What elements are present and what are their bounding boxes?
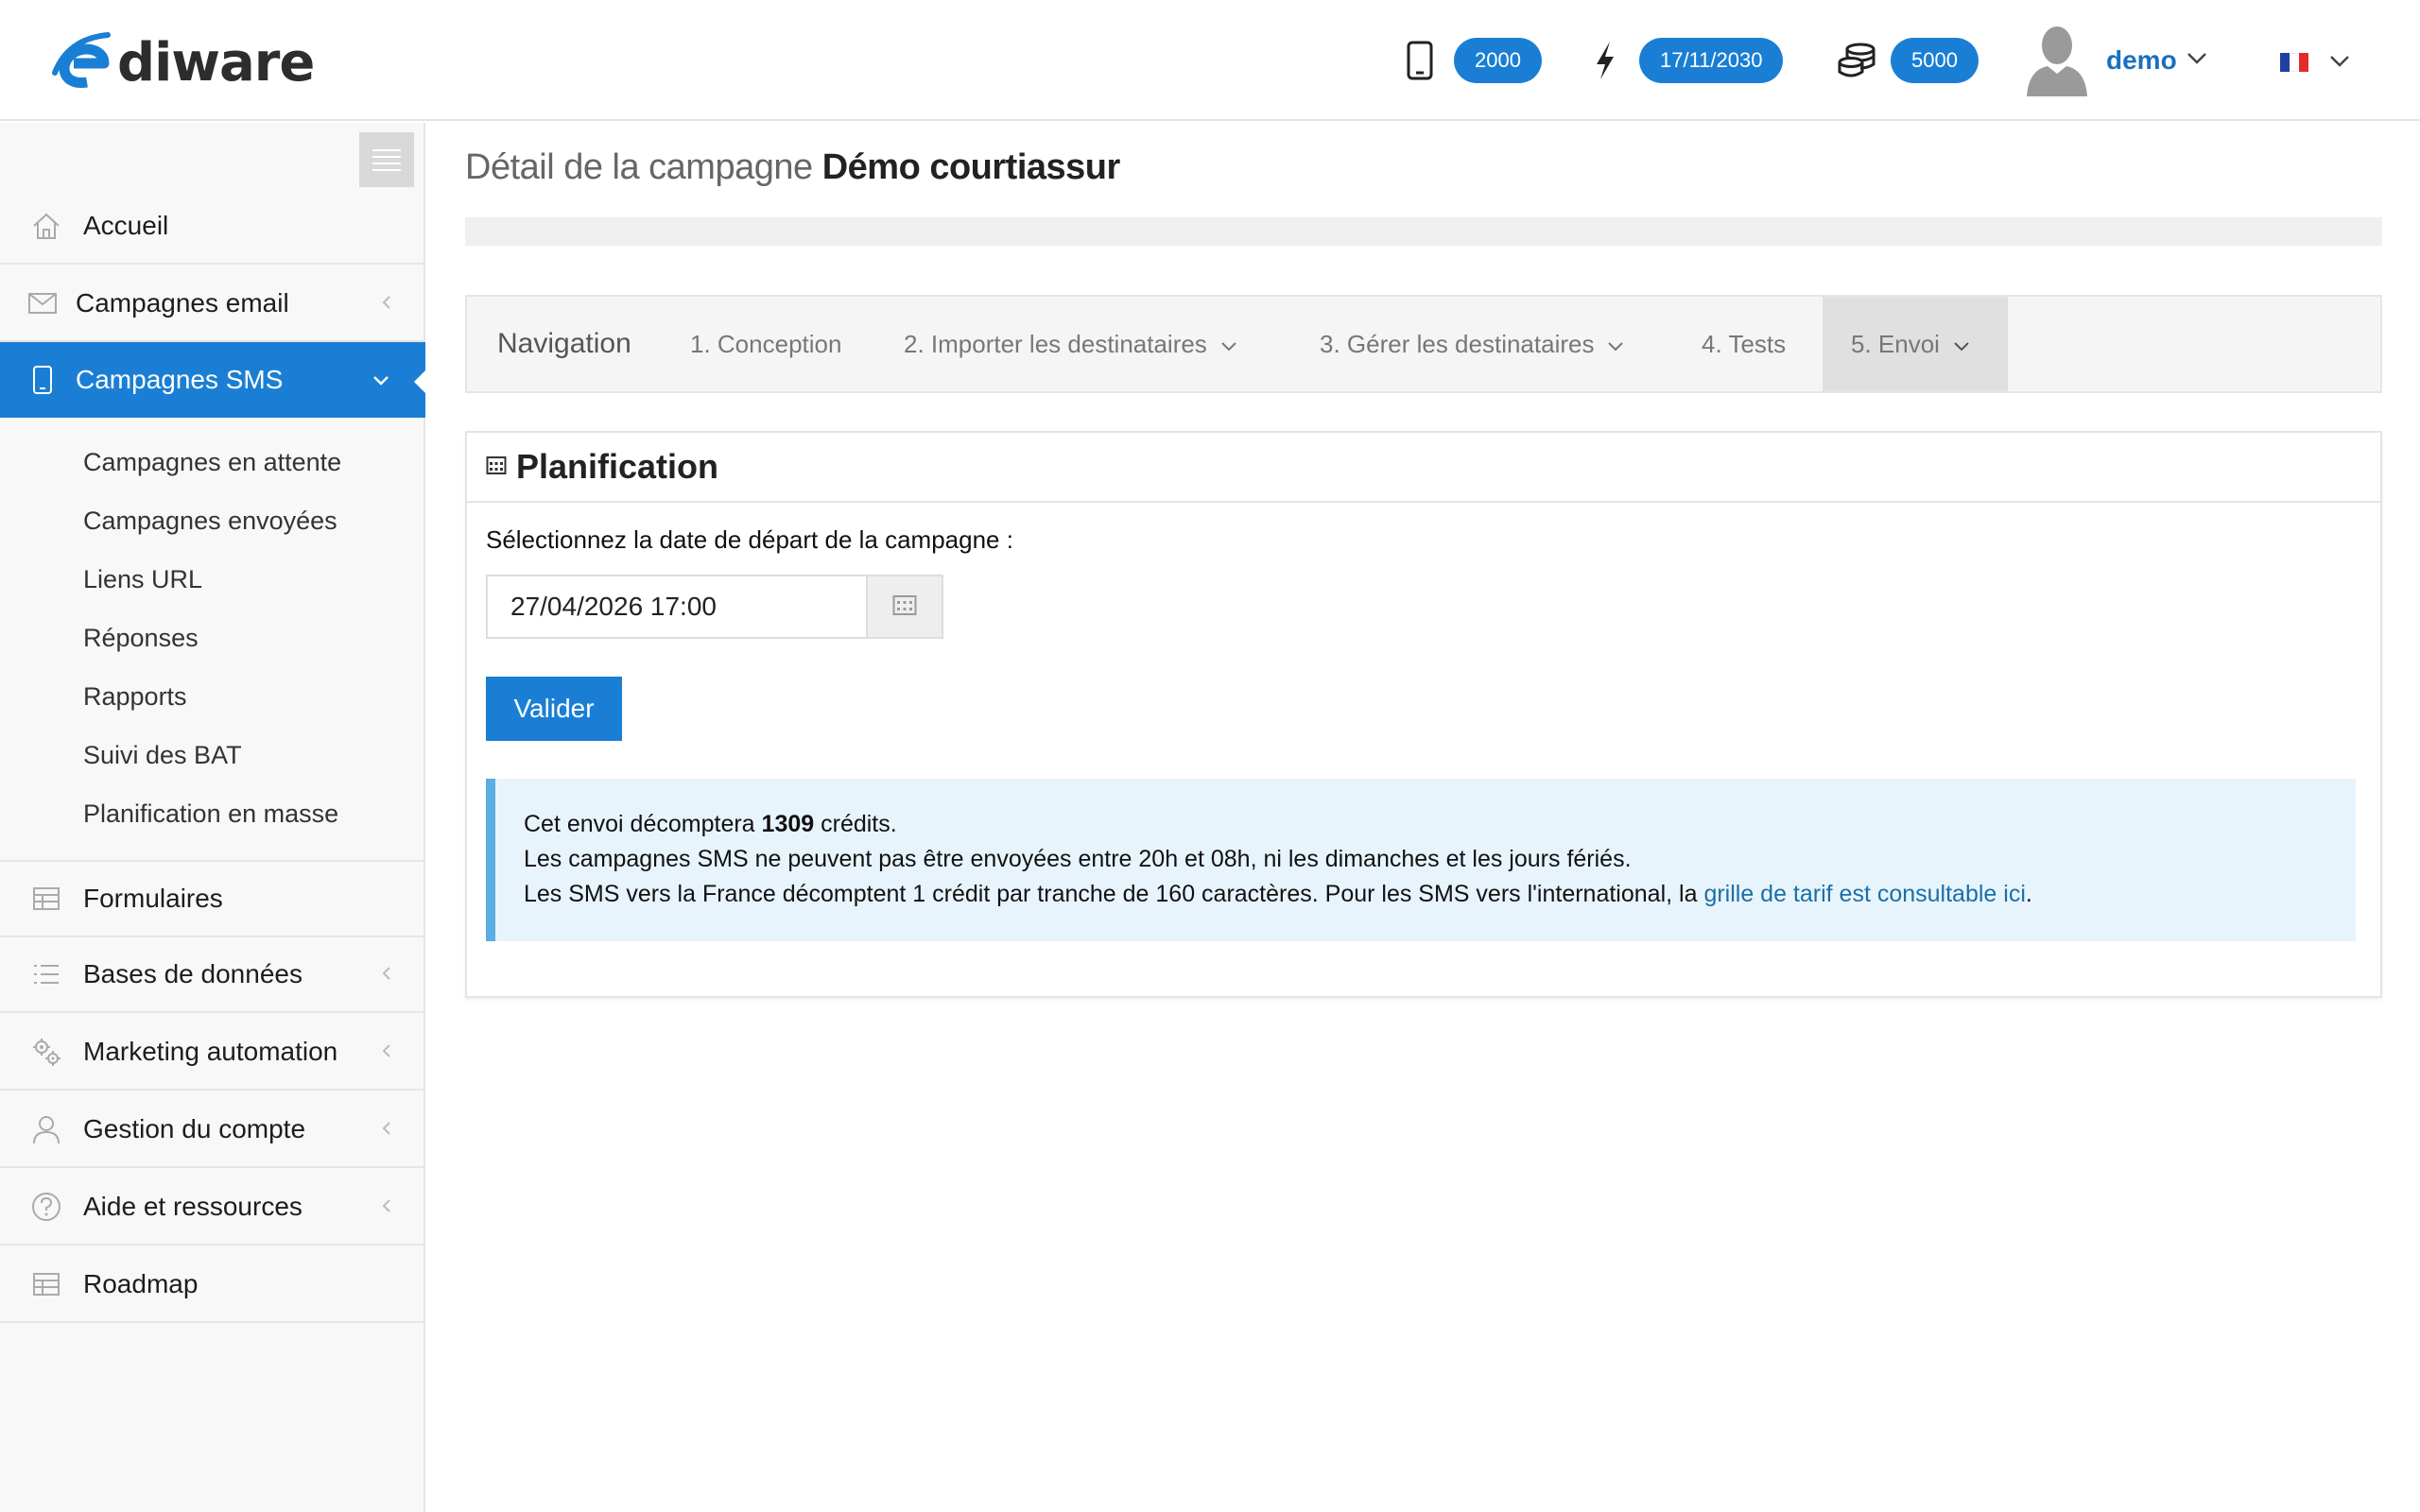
french-flag-icon[interactable] xyxy=(2280,53,2308,72)
chevron-left-icon xyxy=(382,1043,391,1063)
datepicker-button[interactable] xyxy=(868,575,943,639)
ediware-logo[interactable]: diware xyxy=(49,26,315,94)
sidebar-item-roadmap[interactable]: Roadmap xyxy=(0,1247,425,1323)
calendar-icon xyxy=(892,593,917,621)
user-name: demo xyxy=(2106,45,2177,75)
start-date-label: Sélectionnez la date de départ de la cam… xyxy=(486,525,1013,554)
submenu-reponses[interactable]: Réponses xyxy=(83,624,199,653)
submenu-campagnes-envoyees[interactable]: Campagnes envoyées xyxy=(83,507,337,536)
tab-importer-destinataires[interactable]: 2. Importer les destinataires xyxy=(904,297,1237,391)
page-title-prefix: Détail de la campagne xyxy=(465,147,813,187)
submenu-rapports[interactable]: Rapports xyxy=(83,682,187,712)
logo-text: diware xyxy=(117,31,315,94)
sidebar-item-label: Bases de données xyxy=(83,959,302,988)
submenu-planification-en-masse[interactable]: Planification en masse xyxy=(83,799,338,829)
tab-navigation: Navigation xyxy=(497,328,631,359)
sidebar-item-bases-de-donnees[interactable]: Bases de données xyxy=(0,937,425,1013)
sidebar-item-label: Campagnes SMS xyxy=(76,365,284,394)
start-date-input[interactable] xyxy=(486,575,868,639)
top-header: diware 2000 17/11/2030 5000 demo xyxy=(0,0,2420,121)
validate-button[interactable]: Valider xyxy=(486,677,622,741)
sidebar-item-accueil[interactable]: Accueil xyxy=(0,189,425,265)
sidebar-item-campagnes-sms[interactable]: Campagnes SMS xyxy=(0,342,427,418)
alert-line-credits: Cet envoi décomptera 1309 crédits. xyxy=(524,807,2356,842)
chevron-left-icon xyxy=(382,1121,391,1141)
sms-count-badge: 2000 xyxy=(1454,38,1542,83)
alert-line-schedule: Les campagnes SMS ne peuvent pas être en… xyxy=(524,846,1632,872)
chevron-down-icon xyxy=(1953,330,1970,359)
language-chevron-down-icon[interactable] xyxy=(2329,55,2350,73)
page-title: Détail de la campagne Démo courtiassur xyxy=(465,147,1120,188)
sidebar-item-label: Gestion du compte xyxy=(83,1114,306,1143)
user-menu[interactable]: demo xyxy=(2023,23,2207,98)
tab-gerer-destinataires[interactable]: 3. Gérer les destinataires xyxy=(1320,297,1624,391)
alert-text: . xyxy=(2025,881,2032,907)
tab-tests[interactable]: 4. Tests xyxy=(1702,297,1786,391)
submenu-liens-url[interactable]: Liens URL xyxy=(83,565,202,594)
alert-text: Cet envoi décomptera xyxy=(524,811,755,837)
tab-label: 5. Envoi xyxy=(1851,329,1940,358)
alert-line-pricing: Les SMS vers la France décomptent 1 créd… xyxy=(524,877,2356,912)
credits-badge: 5000 xyxy=(1891,38,1979,83)
tab-envoi[interactable]: 5. Envoi xyxy=(1823,297,2008,391)
submenu-campagnes-en-attente[interactable]: Campagnes en attente xyxy=(83,448,341,477)
expiry-info[interactable]: 17/11/2030 xyxy=(1582,34,1784,87)
chevron-left-icon xyxy=(382,966,391,986)
table-icon xyxy=(0,886,83,911)
sidebar: Accueil Campagnes email Campagnes SMS Ca… xyxy=(0,123,427,1512)
sidebar-toggle-button[interactable] xyxy=(359,132,414,187)
gears-icon xyxy=(0,1036,83,1068)
tab-label: 3. Gérer les destinataires xyxy=(1320,329,1595,358)
sidebar-item-gestion-du-compte[interactable]: Gestion du compte xyxy=(0,1092,425,1168)
chevron-left-icon xyxy=(382,1198,391,1218)
chevron-left-icon xyxy=(382,295,391,315)
user-icon xyxy=(0,1114,83,1144)
pricing-grid-link[interactable]: grille de tarif est consultable ici xyxy=(1703,881,2025,907)
credits-balance[interactable]: 5000 xyxy=(1834,34,1979,87)
chevron-down-icon xyxy=(1607,330,1624,359)
sidebar-item-campagnes-email[interactable]: Campagnes email xyxy=(0,266,425,342)
chevron-down-icon xyxy=(2187,52,2207,70)
chevron-down-icon xyxy=(1220,330,1237,359)
campaign-step-tabs: Navigation 1. Conception 2. Importer les… xyxy=(465,295,2382,393)
sidebar-item-marketing-automation[interactable]: Marketing automation xyxy=(0,1015,425,1091)
expiry-date-badge: 17/11/2030 xyxy=(1639,38,1784,83)
alert-text: crédits. xyxy=(821,811,897,837)
tab-label: 2. Importer les destinataires xyxy=(904,329,1207,358)
mobile-phone-icon xyxy=(0,365,76,395)
credits-count: 1309 xyxy=(761,811,815,837)
coins-stack-icon xyxy=(1834,38,1879,83)
list-icon xyxy=(0,963,83,986)
sidebar-item-aide-et-ressources[interactable]: Aide et ressources xyxy=(0,1170,425,1246)
table-icon xyxy=(0,1272,83,1297)
chevron-down-icon xyxy=(372,374,389,391)
sms-balance[interactable]: 2000 xyxy=(1397,34,1542,87)
mobile-phone-icon xyxy=(1397,38,1443,83)
sidebar-item-label: Accueil xyxy=(83,211,169,240)
sidebar-item-label: Campagnes email xyxy=(76,288,289,318)
sidebar-item-label: Formulaires xyxy=(83,884,223,913)
calendar-icon xyxy=(486,455,507,480)
sidebar-item-formulaires[interactable]: Formulaires xyxy=(0,860,425,937)
planification-panel: Planification Sélectionnez la date de dé… xyxy=(465,431,2382,998)
envelope-icon xyxy=(0,292,76,315)
sidebar-item-label: Aide et ressources xyxy=(83,1192,302,1221)
progress-bar xyxy=(465,217,2382,246)
logo-e-icon xyxy=(49,29,121,90)
info-alert: Cet envoi décomptera 1309 crédits. Les c… xyxy=(486,779,2356,941)
sidebar-item-label: Roadmap xyxy=(83,1269,199,1298)
submenu-suivi-des-bat[interactable]: Suivi des BAT xyxy=(83,741,242,770)
panel-title: Planification xyxy=(516,447,719,486)
panel-header: Planification xyxy=(467,433,2380,503)
question-circle-icon xyxy=(0,1192,83,1222)
lightning-icon xyxy=(1582,38,1628,83)
alert-text: Les SMS vers la France décomptent 1 créd… xyxy=(524,881,1698,907)
tab-conception[interactable]: 1. Conception xyxy=(690,297,841,391)
avatar xyxy=(2023,21,2091,101)
campaign-name: Démo courtiassur xyxy=(821,147,1121,187)
sidebar-item-label: Marketing automation xyxy=(83,1037,338,1066)
home-icon xyxy=(0,212,83,240)
